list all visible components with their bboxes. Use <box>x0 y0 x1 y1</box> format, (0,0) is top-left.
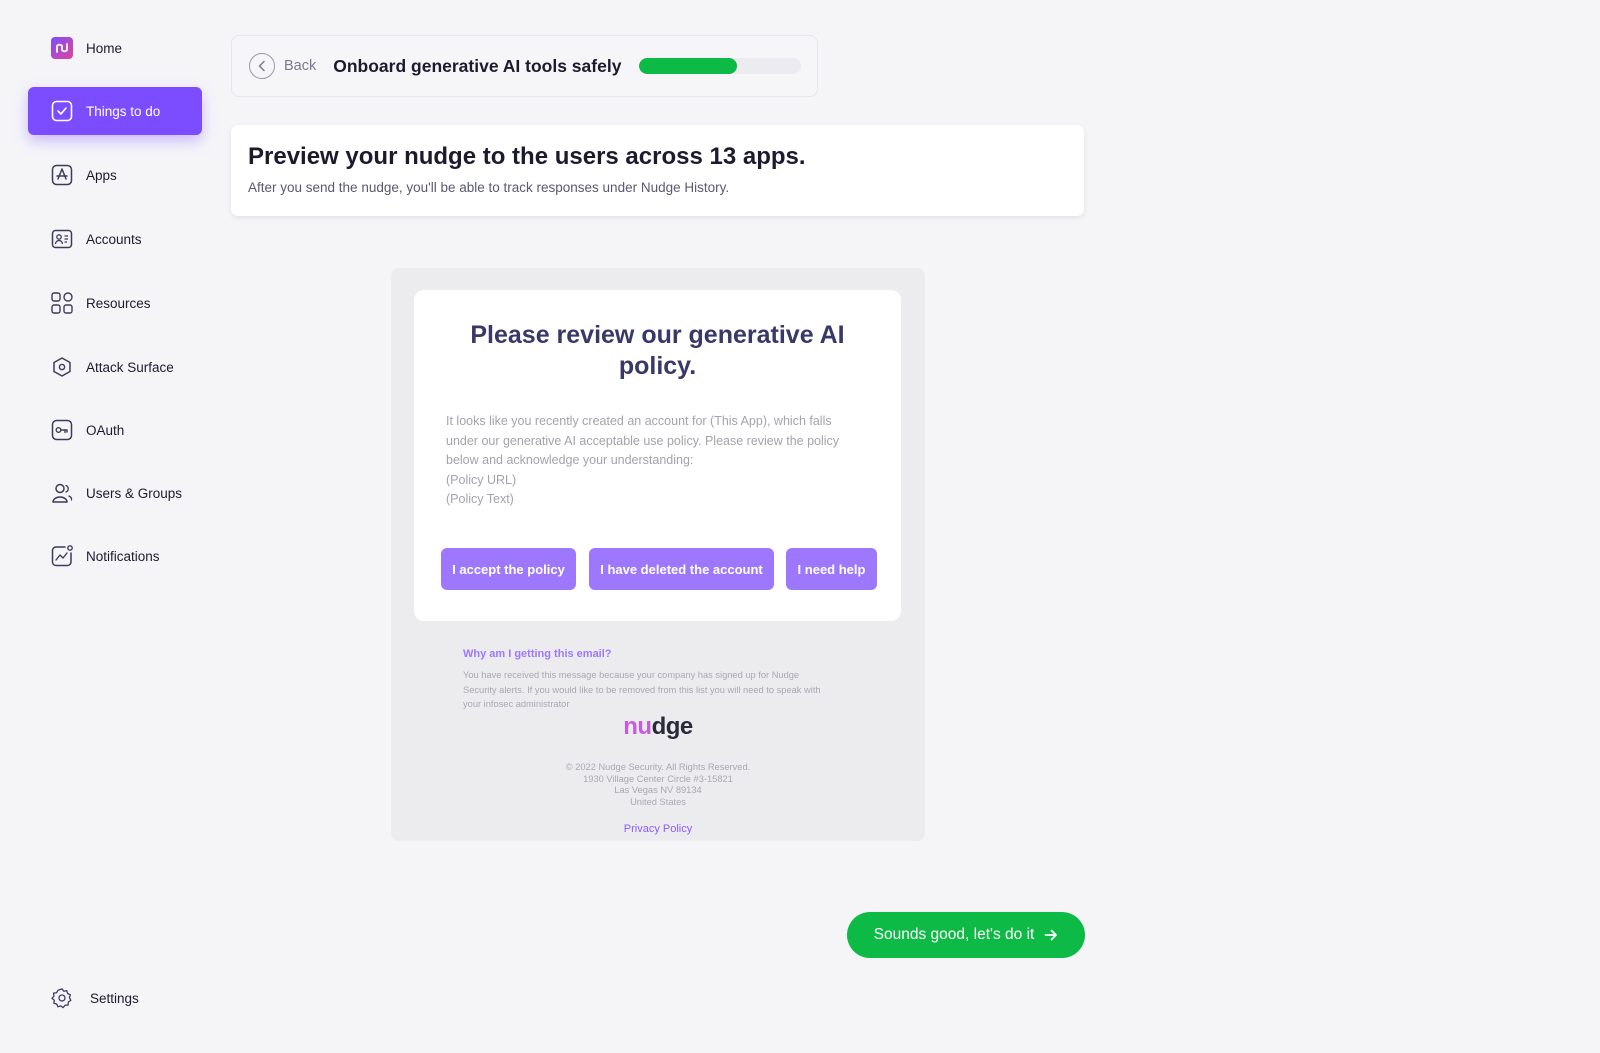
accounts-icon <box>51 228 73 250</box>
sidebar-item-label: Apps <box>86 167 117 183</box>
nudge-logo: nudge <box>391 713 925 741</box>
address-line: Las Vegas NV 89134 <box>614 785 702 795</box>
email-body-line: (Policy URL) <box>446 472 517 487</box>
address-line: 1930 Village Center Circle #3-15821 <box>583 773 733 784</box>
sidebar-item-label: Users & Groups <box>86 485 183 501</box>
email-content-card: Please review our generative AI policy. … <box>414 290 901 621</box>
sidebar-item-attack-surface[interactable]: Attack Surface <box>28 343 202 391</box>
sidebar-item-label: Attack Surface <box>86 359 174 375</box>
confirm-send-label: Sounds good, let's do it <box>873 926 1035 943</box>
gear-icon <box>51 987 73 1009</box>
why-line: Security alerts. If you would like to be… <box>463 684 821 695</box>
accept-policy-button[interactable]: I accept the policy <box>441 548 576 590</box>
sidebar-item-label: OAuth <box>86 422 125 438</box>
email-body: It looks like you recently created an ac… <box>446 412 871 510</box>
sidebar-item-label: Settings <box>90 990 139 1006</box>
task-header: Back Onboard generative AI tools safely <box>231 35 818 97</box>
sidebar-item-apps[interactable]: Apps <box>28 151 202 199</box>
sidebar-item-label: Accounts <box>86 231 142 247</box>
why-line: your infosec administrator <box>463 699 570 709</box>
why-line: You have received this message because y… <box>463 670 800 680</box>
email-body-line: under our generative AI acceptable use p… <box>446 433 840 448</box>
users-icon <box>51 482 73 504</box>
sidebar-item-home[interactable]: Home <box>28 24 202 72</box>
why-email-text: You have received this message because y… <box>463 668 848 712</box>
logo-suffix: dge <box>651 713 694 740</box>
arrow-right-icon <box>1044 928 1058 942</box>
checkbox-icon <box>51 100 73 122</box>
company-address: © 2022 Nudge Security. All Rights Reserv… <box>391 762 925 808</box>
sidebar-item-resources[interactable]: Resources <box>28 279 202 327</box>
sidebar-item-label: Resources <box>86 295 151 311</box>
email-body-line: It looks like you recently created an ac… <box>446 414 832 428</box>
sidebar-item-oauth[interactable]: OAuth <box>28 406 202 454</box>
confirm-send-button[interactable]: Sounds good, let's do it <box>847 912 1085 958</box>
sidebar-item-things-to-do[interactable]: Things to do <box>28 87 202 135</box>
preview-subtitle: After you send the nudge, you'll be able… <box>248 180 730 195</box>
sidebar-item-accounts[interactable]: Accounts <box>28 215 202 263</box>
email-heading: Please review our generative AI policy. <box>470 321 845 380</box>
attack-surface-icon <box>51 356 73 378</box>
email-preview: Please review our generative AI policy. … <box>391 268 925 841</box>
progress-bar <box>639 58 802 74</box>
address-line: © 2022 Nudge Security. All Rights Reserv… <box>565 762 751 772</box>
resources-icon <box>51 292 73 314</box>
page-title: Onboard generative AI tools safely <box>333 55 622 76</box>
need-help-button[interactable]: I need help <box>786 548 877 590</box>
progress-fill <box>639 58 737 74</box>
logo-prefix: nu <box>623 713 652 740</box>
address-line: United States <box>630 796 686 807</box>
sidebar: Home Things to do Apps Accounts Resource… <box>0 0 215 1053</box>
sidebar-item-label: Notifications <box>86 548 160 564</box>
privacy-policy-link[interactable]: Privacy Policy <box>391 823 925 835</box>
sidebar-item-settings[interactable]: Settings <box>28 974 202 1022</box>
back-label: Back <box>284 58 317 74</box>
sidebar-item-label: Home <box>86 40 123 56</box>
preview-info-card: Preview your nudge to the users across 1… <box>231 125 1084 216</box>
email-body-line: below and acknowledge your understanding… <box>446 453 694 467</box>
email-body-line: (Policy Text) <box>446 492 514 506</box>
preview-title: Preview your nudge to the users across 1… <box>248 143 806 170</box>
sidebar-item-users-groups[interactable]: Users & Groups <box>28 469 202 517</box>
back-button[interactable]: Back <box>249 53 316 79</box>
notifications-icon <box>51 545 73 567</box>
sidebar-item-label: Things to do <box>86 103 161 119</box>
apps-icon <box>51 164 73 186</box>
sidebar-item-notifications[interactable]: Notifications <box>28 532 202 580</box>
why-email-link[interactable]: Why am I getting this email? <box>463 648 612 660</box>
chevron-left-icon <box>249 53 275 79</box>
deleted-account-button[interactable]: I have deleted the account <box>589 548 774 590</box>
nudge-logo-icon <box>51 37 73 59</box>
key-icon <box>51 419 73 441</box>
